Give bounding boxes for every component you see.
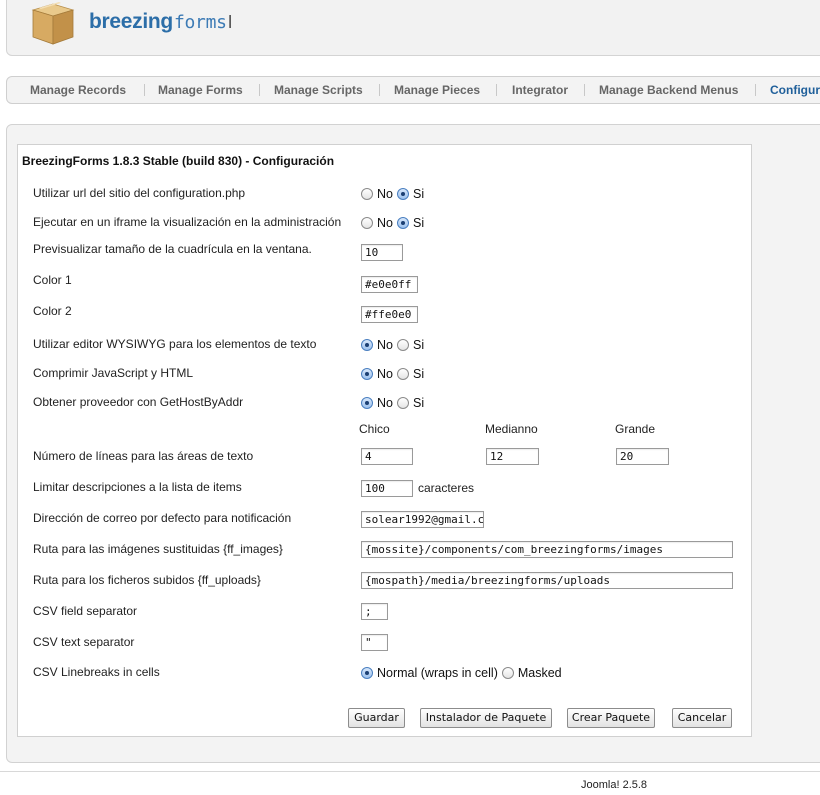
images-path-label: Ruta para las imágenes sustituidas {ff_i… — [33, 542, 283, 556]
radio-label: Si — [412, 187, 425, 201]
nav-separator — [144, 84, 145, 96]
wysiwyg-no-radio[interactable] — [361, 339, 373, 351]
grid-size-input[interactable]: 10 — [361, 244, 403, 261]
nav-integrator[interactable]: Integrator — [512, 77, 568, 103]
wysiwyg-label: Utilizar editor WYSIWYG para los element… — [33, 337, 317, 351]
color1-label: Color 1 — [33, 273, 72, 287]
logo-text-light: forms — [173, 12, 227, 33]
form-title: BreezingForms 1.8.3 Stable (build 830) -… — [22, 154, 335, 168]
color2-input[interactable]: #ffe0e0 — [361, 306, 418, 323]
textarea-lines-small-input[interactable]: 4 — [361, 448, 413, 465]
csv-linebreaks-masked-radio[interactable] — [501, 667, 514, 679]
package-box-icon — [31, 2, 75, 45]
desc-limit-input[interactable]: 100 — [361, 480, 413, 497]
nav-separator — [496, 84, 497, 96]
breezingforms-logo: breezingformsI — [89, 10, 233, 34]
radio-label: No — [377, 338, 393, 352]
site-url-radio-group: No Si — [361, 187, 428, 201]
column-header-medium: Medianno — [485, 422, 538, 436]
grid-size-label: Previsualizar tamaño de la cuadrícula en… — [33, 242, 312, 256]
nav-manage-backend-menus[interactable]: Manage Backend Menus — [599, 77, 738, 103]
radio-label: No — [377, 216, 393, 230]
logo-text-bold: breezing — [89, 10, 173, 33]
logo-text-cursor: I — [227, 12, 233, 32]
column-header-large: Grande — [615, 422, 656, 436]
nav-separator — [259, 84, 260, 96]
desc-limit-suffix: caracteres — [418, 481, 475, 495]
csv-linebreaks-radio-group: Normal (wraps in cell) Masked — [361, 666, 566, 680]
radio-label: No — [377, 367, 393, 381]
save-button[interactable]: Guardar — [348, 708, 405, 728]
radio-label: No — [377, 396, 393, 410]
footer-version: Joomla! 2.5.8 — [581, 779, 648, 791]
column-header-small: Chico — [359, 422, 390, 436]
uploads-path-input[interactable]: {mospath}/media/breezingforms/uploads — [361, 572, 733, 589]
radio-label: Si — [412, 367, 425, 381]
email-label: Dirección de correo por defecto para not… — [33, 511, 292, 525]
nav-separator — [584, 84, 585, 96]
hostbyaddr-no-radio[interactable] — [361, 397, 373, 409]
nav-separator — [379, 84, 380, 96]
nav-manage-pieces[interactable]: Manage Pieces — [394, 77, 480, 103]
color1-input[interactable]: #e0e0ff — [361, 276, 418, 293]
iframe-label: Ejecutar en un iframe la visualización e… — [33, 215, 342, 229]
nav-manage-scripts[interactable]: Manage Scripts — [274, 77, 363, 103]
textarea-lines-large-input[interactable]: 20 — [616, 448, 669, 465]
compress-label: Comprimir JavaScript y HTML — [33, 366, 194, 380]
hostbyaddr-radio-group: No Si — [361, 396, 428, 410]
radio-label: Si — [412, 216, 425, 230]
csv-text-label: CSV text separator — [33, 635, 135, 649]
iframe-radio-group: No Si — [361, 216, 428, 230]
package-installer-button[interactable]: Instalador de Paquete — [420, 708, 552, 728]
csv-linebreaks-label: CSV Linebreaks in cells — [33, 665, 160, 679]
hostbyaddr-si-radio[interactable] — [396, 397, 409, 409]
cancel-button[interactable]: Cancelar — [672, 708, 732, 728]
radio-label: Si — [412, 338, 425, 352]
wysiwyg-radio-group: No Si — [361, 338, 428, 352]
iframe-si-radio[interactable] — [396, 217, 409, 229]
csv-linebreaks-normal-radio[interactable] — [361, 667, 373, 679]
radio-label: No — [377, 187, 393, 201]
color2-label: Color 2 — [33, 304, 72, 318]
desc-limit-label: Limitar descripciones a la lista de item… — [33, 480, 242, 494]
hostbyaddr-label: Obtener proveedor con GetHostByAddr — [33, 395, 244, 409]
csv-text-input[interactable]: " — [361, 634, 388, 651]
csv-field-input[interactable]: ; — [361, 603, 388, 620]
main-nav: Manage Records Manage Forms Manage Scrip… — [6, 76, 820, 104]
site-url-si-radio[interactable] — [396, 188, 409, 200]
uploads-path-label: Ruta para los ficheros subidos {ff_uploa… — [33, 573, 261, 587]
iframe-no-radio[interactable] — [361, 217, 373, 229]
csv-field-label: CSV field separator — [33, 604, 138, 618]
images-path-input[interactable]: {mossite}/components/com_breezingforms/i… — [361, 541, 733, 558]
email-input[interactable]: solear1992@gmail.com — [361, 511, 484, 528]
radio-label: Masked — [517, 666, 562, 680]
site-url-label: Utilizar url del sitio del configuration… — [33, 186, 246, 200]
nav-configuration[interactable]: Configuración — [770, 77, 820, 103]
nav-separator — [755, 84, 756, 96]
textarea-lines-label: Número de líneas para las áreas de texto — [33, 449, 254, 463]
nav-manage-forms[interactable]: Manage Forms — [158, 77, 243, 103]
radio-label: Si — [412, 396, 425, 410]
radio-label: Normal (wraps in cell) — [377, 666, 498, 680]
compress-radio-group: No Si — [361, 367, 428, 381]
header-bar: breezingformsI — [6, 0, 820, 56]
compress-si-radio[interactable] — [396, 368, 409, 380]
nav-manage-records[interactable]: Manage Records — [30, 77, 126, 103]
textarea-lines-medium-input[interactable]: 12 — [486, 448, 539, 465]
compress-no-radio[interactable] — [361, 368, 373, 380]
footer-divider — [0, 771, 820, 772]
site-url-no-radio[interactable] — [361, 188, 373, 200]
wysiwyg-si-radio[interactable] — [396, 339, 409, 351]
create-package-button[interactable]: Crear Paquete — [567, 708, 655, 728]
